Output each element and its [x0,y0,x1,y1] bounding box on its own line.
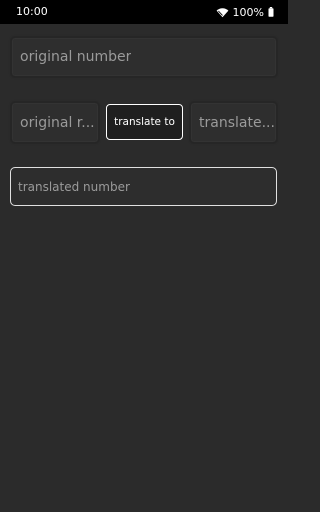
translated-number-placeholder: translated number [18,179,130,194]
original-number-input[interactable]: original number [11,37,277,77]
status-bar: 10:00 100% [0,0,288,24]
battery-percentage: 100% [232,5,264,19]
target-language-selector[interactable]: translate... [190,102,277,143]
translate-to-label: translate to [114,116,175,128]
original-language-selector[interactable]: original r... [11,102,99,143]
status-time: 10:00 [16,5,48,18]
original-number-placeholder: original number [20,49,132,65]
original-language-label: original r... [20,114,95,131]
translated-number-field[interactable]: translated number [10,167,277,206]
status-indicators: 100% [216,4,274,20]
target-language-label: translate... [199,114,275,131]
battery-icon [268,7,274,17]
wifi-icon [216,7,229,18]
translate-to-button[interactable]: translate to [106,104,183,140]
